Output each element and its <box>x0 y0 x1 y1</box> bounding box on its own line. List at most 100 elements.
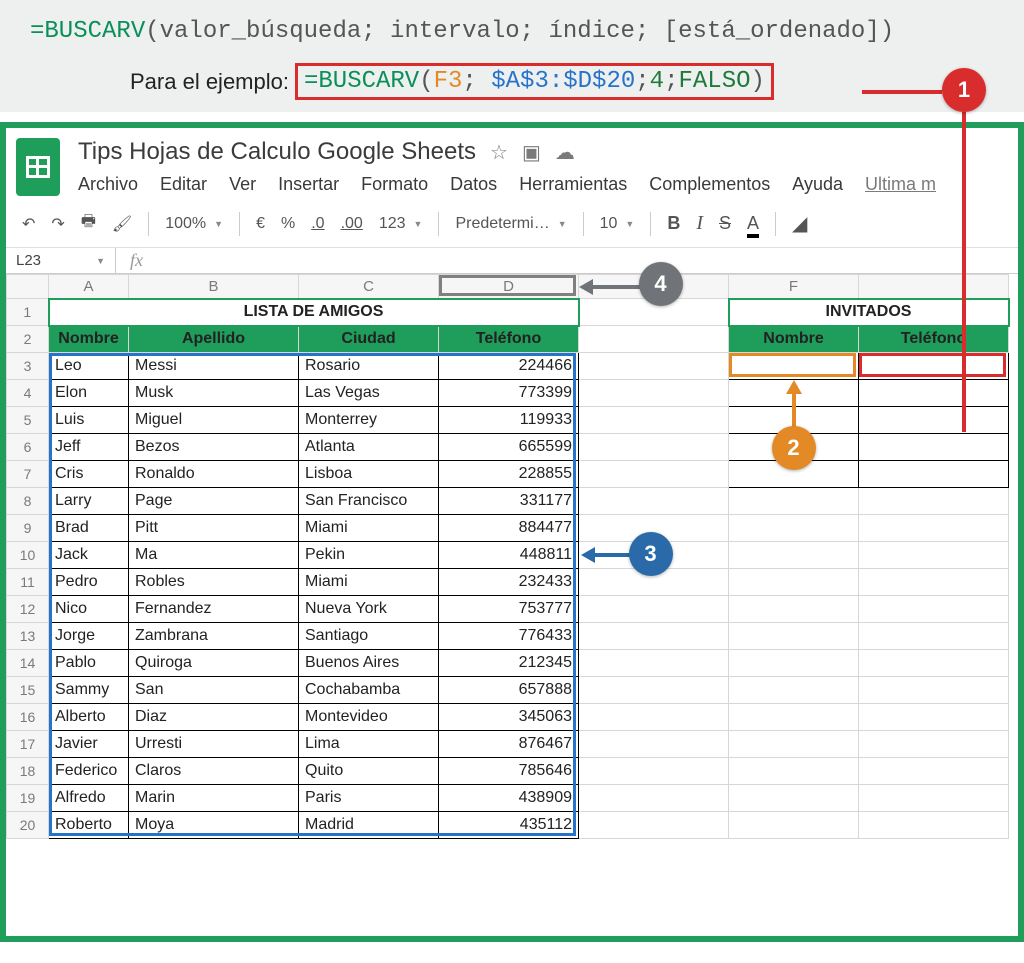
cell[interactable] <box>579 488 729 515</box>
table-cell[interactable]: Musk <box>129 380 299 407</box>
font-dropdown[interactable]: Predetermi… <box>455 215 566 233</box>
table-cell[interactable]: 232433 <box>439 569 579 596</box>
menu-editar[interactable]: Editar <box>160 174 207 195</box>
increase-decimal-button[interactable]: .00 <box>341 215 363 233</box>
row-header[interactable]: 9 <box>7 515 49 542</box>
row-header[interactable]: 2 <box>7 326 49 353</box>
table1-header[interactable]: Teléfono <box>439 326 579 353</box>
row-header[interactable]: 14 <box>7 650 49 677</box>
row-header[interactable]: 16 <box>7 704 49 731</box>
cell[interactable] <box>859 731 1009 758</box>
cell[interactable] <box>579 758 729 785</box>
table-cell[interactable]: Pitt <box>129 515 299 542</box>
row-header[interactable]: 1 <box>7 299 49 326</box>
table-cell[interactable]: Leo <box>49 353 129 380</box>
cell[interactable] <box>579 785 729 812</box>
table-cell[interactable]: Claros <box>129 758 299 785</box>
row-header[interactable]: 8 <box>7 488 49 515</box>
cell[interactable] <box>859 596 1009 623</box>
menu-insertar[interactable]: Insertar <box>278 174 339 195</box>
table2-header[interactable]: Nombre <box>729 326 859 353</box>
row-header[interactable]: 11 <box>7 569 49 596</box>
table-cell[interactable]: 884477 <box>439 515 579 542</box>
table-cell[interactable]: 345063 <box>439 704 579 731</box>
table-cell[interactable]: 665599 <box>439 434 579 461</box>
table-cell[interactable]: Pedro <box>49 569 129 596</box>
cell[interactable] <box>859 785 1009 812</box>
cell[interactable] <box>729 704 859 731</box>
table-cell[interactable]: Pekin <box>299 542 439 569</box>
table-cell[interactable]: Sammy <box>49 677 129 704</box>
cell[interactable] <box>579 650 729 677</box>
table-cell[interactable]: 876467 <box>439 731 579 758</box>
cell[interactable] <box>859 812 1009 839</box>
bold-button[interactable]: B <box>667 213 680 234</box>
cell[interactable] <box>579 704 729 731</box>
strikethrough-button[interactable]: S <box>719 213 731 234</box>
table-cell[interactable]: 753777 <box>439 596 579 623</box>
menu-ver[interactable]: Ver <box>229 174 256 195</box>
row-header[interactable]: 10 <box>7 542 49 569</box>
star-icon[interactable]: ☆ <box>490 140 508 165</box>
table-cell[interactable]: 119933 <box>439 407 579 434</box>
table2-cell[interactable] <box>859 380 1009 407</box>
table-cell[interactable]: Diaz <box>129 704 299 731</box>
cell[interactable] <box>859 623 1009 650</box>
table-cell[interactable]: Page <box>129 488 299 515</box>
row-header[interactable]: 17 <box>7 731 49 758</box>
row-header[interactable]: 15 <box>7 677 49 704</box>
table-cell[interactable]: Madrid <box>299 812 439 839</box>
row-header[interactable]: 18 <box>7 758 49 785</box>
row-header[interactable]: 4 <box>7 380 49 407</box>
cell[interactable] <box>579 677 729 704</box>
table-cell[interactable]: Atlanta <box>299 434 439 461</box>
table-cell[interactable]: Javier <box>49 731 129 758</box>
cell[interactable] <box>859 677 1009 704</box>
text-color-button[interactable]: A <box>747 213 759 234</box>
table1-header[interactable]: Apellido <box>129 326 299 353</box>
menu-ayuda[interactable]: Ayuda <box>792 174 843 195</box>
currency-button[interactable]: € <box>256 215 265 233</box>
table2-cell[interactable] <box>859 434 1009 461</box>
table-cell[interactable]: Bezos <box>129 434 299 461</box>
table-cell[interactable]: 212345 <box>439 650 579 677</box>
table-cell[interactable]: 435112 <box>439 812 579 839</box>
font-size-dropdown[interactable]: 10 <box>600 215 635 233</box>
cell[interactable] <box>579 326 729 353</box>
cell[interactable] <box>729 488 859 515</box>
table-cell[interactable]: Zambrana <box>129 623 299 650</box>
table2-title[interactable]: INVITADOS <box>729 299 1009 326</box>
table-cell[interactable]: Jorge <box>49 623 129 650</box>
cell[interactable] <box>729 731 859 758</box>
table-cell[interactable]: Alfredo <box>49 785 129 812</box>
cell[interactable] <box>579 380 729 407</box>
italic-button[interactable]: I <box>696 212 703 235</box>
name-box[interactable]: L23▼ <box>6 248 116 273</box>
table-cell[interactable]: Quito <box>299 758 439 785</box>
table-cell[interactable]: Quiroga <box>129 650 299 677</box>
sheets-logo-icon[interactable] <box>16 138 60 196</box>
table-cell[interactable]: Miguel <box>129 407 299 434</box>
table-cell[interactable]: Elon <box>49 380 129 407</box>
col-header-G[interactable] <box>859 275 1009 299</box>
row-header[interactable]: 5 <box>7 407 49 434</box>
table-cell[interactable]: 228855 <box>439 461 579 488</box>
table2-cell[interactable] <box>729 353 859 380</box>
table2-cell[interactable] <box>859 407 1009 434</box>
table-cell[interactable]: 773399 <box>439 380 579 407</box>
table-cell[interactable]: Fernandez <box>129 596 299 623</box>
table1-title[interactable]: LISTA DE AMIGOS <box>49 299 579 326</box>
table-cell[interactable]: Ma <box>129 542 299 569</box>
select-all-corner[interactable] <box>7 275 49 299</box>
table-cell[interactable]: Monterrey <box>299 407 439 434</box>
table2-cell[interactable] <box>859 461 1009 488</box>
cell[interactable] <box>579 623 729 650</box>
cell[interactable] <box>729 542 859 569</box>
table-cell[interactable]: Cris <box>49 461 129 488</box>
table-cell[interactable]: 657888 <box>439 677 579 704</box>
table-cell[interactable]: Cochabamba <box>299 677 439 704</box>
table-cell[interactable]: Las Vegas <box>299 380 439 407</box>
col-header-D[interactable]: D <box>439 275 579 299</box>
more-formats-dropdown[interactable]: 123 <box>379 215 423 233</box>
cell[interactable] <box>859 488 1009 515</box>
